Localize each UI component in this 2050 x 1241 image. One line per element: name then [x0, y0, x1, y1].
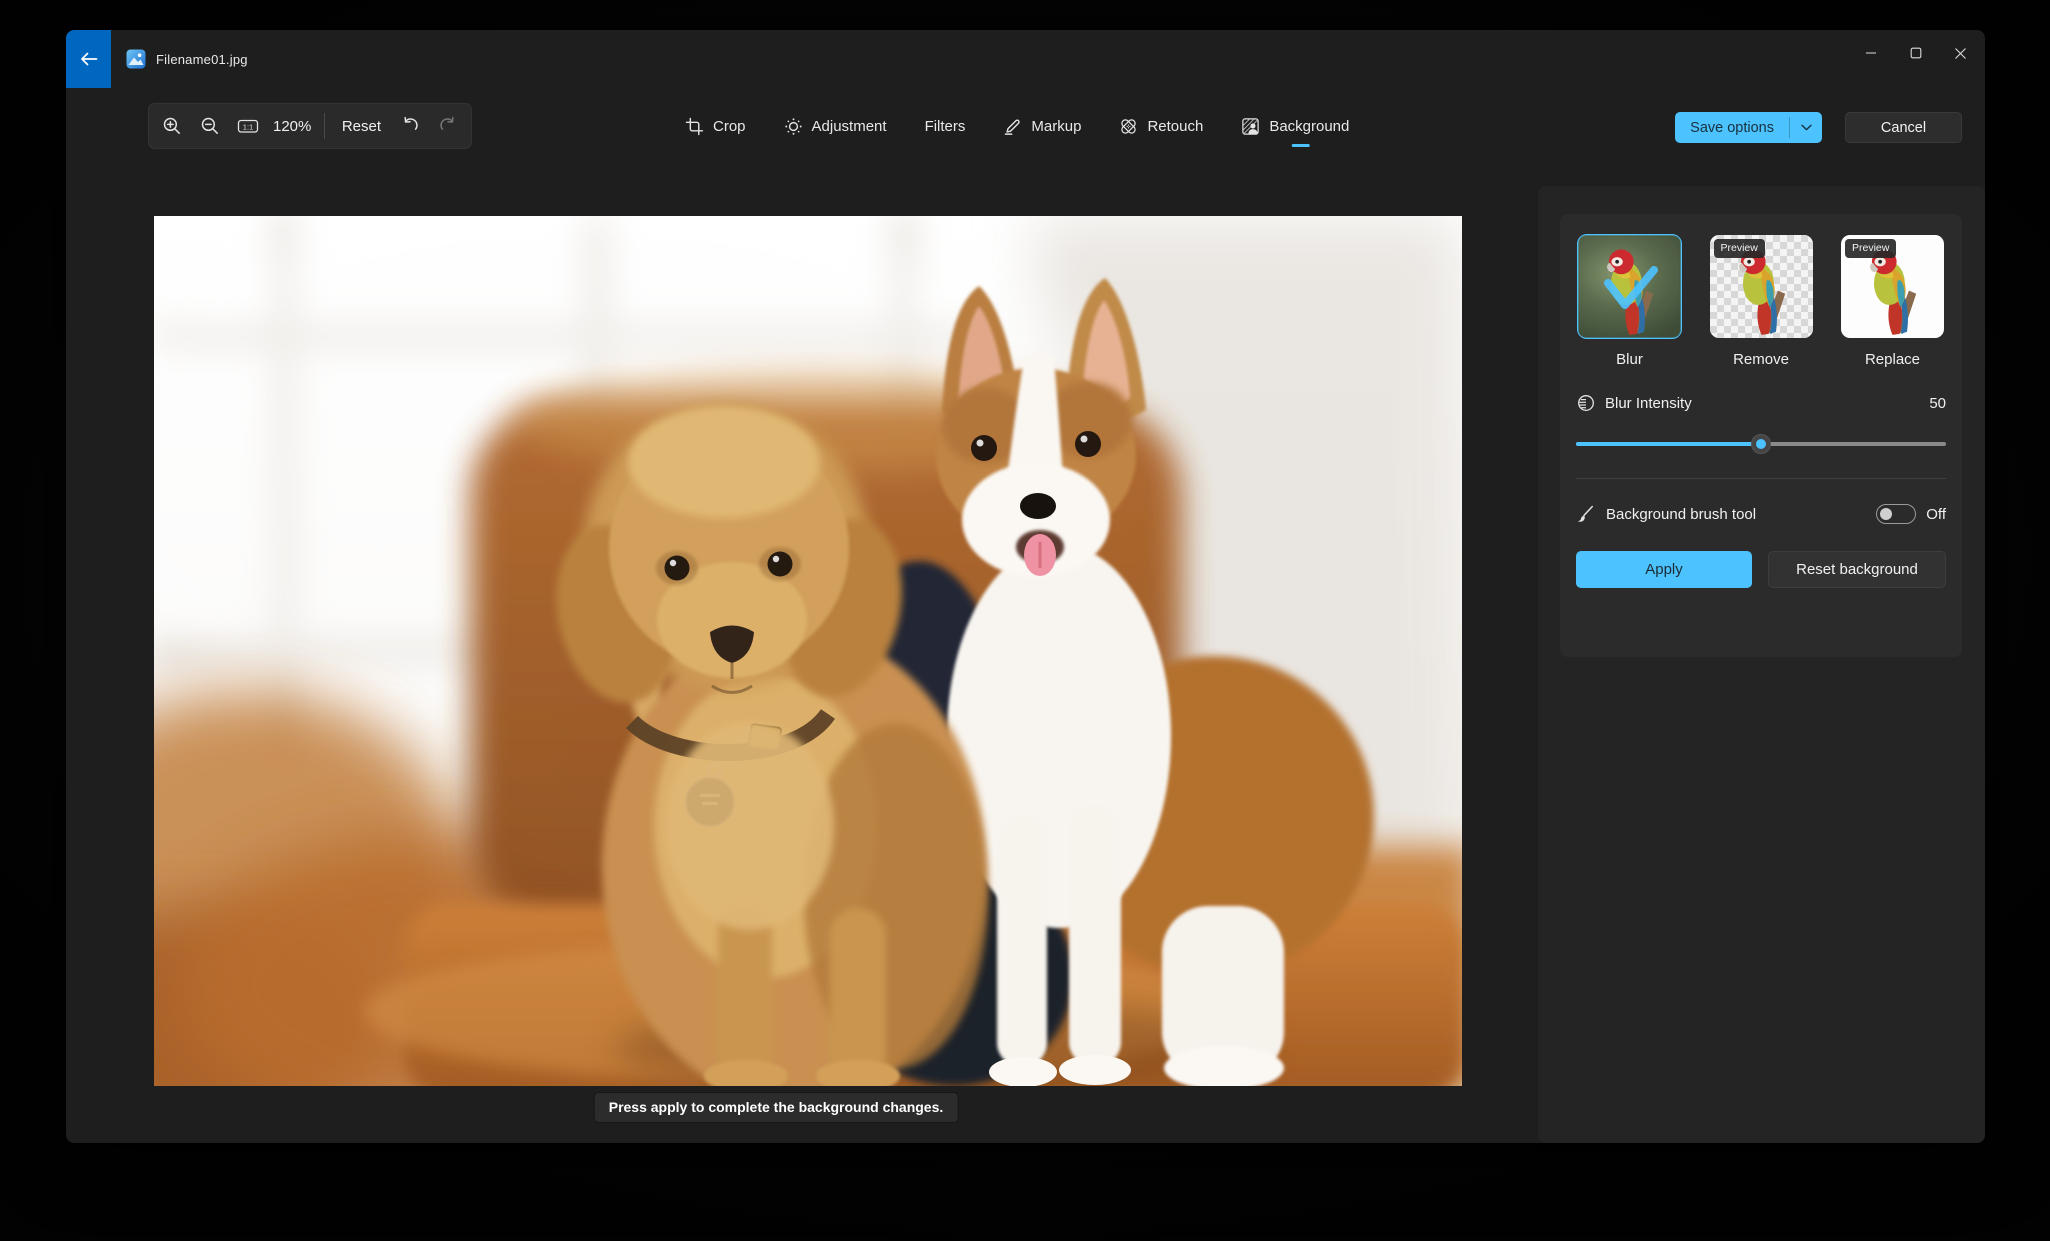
redo-button[interactable]	[429, 108, 467, 144]
zoom-in-button[interactable]	[153, 108, 191, 144]
status-tooltip: Press apply to complete the background c…	[593, 1092, 959, 1123]
blur-intensity-label: Blur Intensity	[1605, 394, 1692, 412]
panel-buttons: Apply Reset background	[1576, 551, 1946, 588]
toggle-knob	[1880, 508, 1893, 520]
chevron-down-icon	[1800, 124, 1812, 131]
tab-label: Background	[1269, 117, 1350, 135]
redo-icon	[440, 116, 454, 130]
photos-editor-window: Filename01.jpg 1:1 120% Reset Crop Adjus…	[66, 30, 1985, 1143]
tab-crop[interactable]: Crop	[672, 107, 759, 146]
section-divider	[1576, 478, 1946, 479]
mode-replace[interactable]: Preview Replace	[1839, 235, 1946, 368]
slider-thumb[interactable]	[1751, 434, 1771, 454]
tab-label: Retouch	[1147, 117, 1204, 135]
blur-thumbnail[interactable]	[1577, 234, 1682, 339]
background-person-icon	[1242, 117, 1260, 135]
close-icon	[1955, 47, 1966, 59]
preview-badge: Preview	[1845, 239, 1897, 258]
photos-app-icon	[126, 49, 146, 69]
tab-label: Markup	[1031, 117, 1082, 135]
blur-slider-fill	[1576, 442, 1761, 446]
mode-blur[interactable]: Blur	[1576, 234, 1683, 368]
header-actions: Save options Cancel	[1675, 112, 1985, 143]
actual-size-button[interactable]: 1:1	[229, 108, 267, 144]
maximize-button[interactable]	[1893, 30, 1938, 76]
tab-markup[interactable]: Markup	[990, 107, 1094, 146]
tab-retouch[interactable]: Retouch	[1106, 107, 1216, 146]
reset-view-button[interactable]: Reset	[332, 108, 391, 144]
background-mode-list: Blur Preview Remove Preview Replace	[1576, 234, 1946, 368]
tab-background[interactable]: Background	[1228, 107, 1362, 147]
active-tab-indicator	[1292, 143, 1311, 147]
retouch-bandage-icon	[1121, 118, 1137, 134]
tab-filters[interactable]: Filters	[912, 108, 979, 145]
photo-canvas	[154, 216, 1462, 1086]
cancel-button[interactable]: Cancel	[1845, 112, 1962, 143]
apply-button[interactable]: Apply	[1576, 551, 1752, 588]
minimize-button[interactable]	[1848, 30, 1893, 76]
crop-icon	[685, 117, 704, 135]
close-button[interactable]	[1938, 30, 1983, 76]
window-title: Filename01.jpg	[156, 51, 248, 67]
remove-thumbnail[interactable]: Preview	[1709, 235, 1813, 338]
selected-check-icon	[1604, 266, 1658, 309]
mode-remove[interactable]: Preview Remove	[1708, 235, 1815, 368]
brush-tool-row: Background brush tool Off	[1576, 504, 1946, 524]
blur-intensity-slider[interactable]	[1576, 434, 1946, 454]
tab-label: Filters	[924, 117, 966, 135]
adjustment-sun-icon	[784, 117, 802, 135]
zoom-in-icon	[163, 117, 180, 134]
brush-toggle-state: Off	[1926, 505, 1946, 523]
minimize-icon	[1865, 52, 1876, 54]
zoom-out-button[interactable]	[191, 108, 229, 144]
mode-label: Remove	[1733, 351, 1789, 368]
undo-button[interactable]	[391, 108, 429, 144]
back-arrow-icon	[80, 52, 97, 66]
background-options-card: Blur Preview Remove Preview Replace Blur…	[1560, 214, 1962, 657]
zoom-level-value: 120%	[273, 117, 312, 135]
tab-adjustment[interactable]: Adjustment	[771, 107, 900, 146]
brush-tool-label: Background brush tool	[1606, 505, 1757, 523]
titlebar: Filename01.jpg	[66, 30, 1985, 88]
edit-tabs: Crop Adjustment Filters Markup Retouch B…	[672, 103, 1362, 149]
save-options-dropdown[interactable]	[1790, 112, 1822, 143]
preview-badge: Preview	[1713, 239, 1765, 258]
view-toolbar: 1:1 120% Reset	[148, 103, 472, 149]
maximize-icon	[1910, 47, 1921, 59]
reset-background-button[interactable]: Reset background	[1768, 551, 1946, 588]
save-options-button[interactable]: Save options	[1675, 112, 1822, 143]
mode-label: Replace	[1864, 351, 1921, 368]
actual-size-1-1-icon: 1:1	[237, 119, 259, 133]
replace-thumbnail[interactable]: Preview	[1841, 235, 1944, 338]
brush-toggle[interactable]	[1876, 504, 1917, 524]
photo-two-puppies	[154, 216, 1462, 1086]
markup-pencil-icon	[1005, 119, 1021, 135]
tab-label: Adjustment	[811, 117, 887, 135]
background-panel: Blur Preview Remove Preview Replace Blur…	[1538, 186, 1985, 1143]
blur-intensity-row: Blur Intensity 50	[1576, 393, 1946, 413]
tab-label: Crop	[713, 117, 746, 135]
contrast-half-icon	[1578, 395, 1594, 411]
svg-text:1:1: 1:1	[243, 122, 254, 131]
zoom-out-icon	[201, 117, 218, 134]
blur-intensity-value: 50	[1929, 394, 1946, 412]
undo-icon	[404, 116, 418, 130]
save-options-label: Save options	[1690, 119, 1774, 136]
brush-icon	[1577, 505, 1593, 522]
mode-label: Blur	[1616, 351, 1643, 368]
back-button[interactable]	[66, 30, 111, 88]
